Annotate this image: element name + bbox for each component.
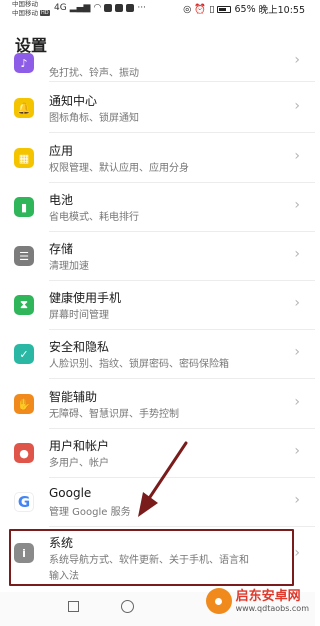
status-icons: 4G ▂▄▆ ◠ ··· <box>54 3 146 13</box>
settings-item-通知中心[interactable]: 🔔 通知中心图标角标、锁屏通知 › <box>0 84 315 133</box>
hourglass-icon: ⧗ <box>14 295 34 315</box>
settings-item-title: 用户和帐户 <box>49 439 110 453</box>
chevron-right-icon: › <box>294 246 300 262</box>
settings-item-智能辅助[interactable]: ✋ 智能辅助无障碍、智慧识屏、手势控制 › <box>0 380 315 429</box>
signal-icon: ▂▄▆ <box>69 3 91 13</box>
settings-item-title: 通知中心 <box>49 94 98 108</box>
settings-item-title: 智能辅助 <box>49 390 98 404</box>
watermark: 启东安卓网 www.qdtaobs.com <box>205 588 309 614</box>
settings-item-title: 健康使用手机 <box>49 291 122 305</box>
eye-comfort-icon: ◎ <box>183 3 192 15</box>
carrier-2-label: 中国移动 <box>12 8 38 17</box>
settings-item-存储[interactable]: ☰ 存储清理加速 › <box>0 232 315 281</box>
watermark-url: www.qdtaobs.com <box>235 603 309 613</box>
google-icon: G <box>14 492 34 512</box>
highlight-box <box>9 529 294 586</box>
chevron-right-icon: › <box>294 492 300 508</box>
chevron-right-icon: › <box>294 344 300 360</box>
row-divider <box>49 378 315 379</box>
chevron-right-icon: › <box>294 443 300 459</box>
shield-icon: ✓ <box>14 344 34 364</box>
battery-icon <box>217 5 232 13</box>
hd-badge: HD <box>40 9 50 16</box>
clock-time: 晚上10:55 <box>258 5 305 16</box>
watermark-name: 启东安卓网 <box>235 588 301 604</box>
battery-icon: ▮ <box>14 197 34 217</box>
more-notifications-icon: ··· <box>137 3 146 13</box>
settings-item-title: Google <box>49 486 92 500</box>
settings-item-title: 存储 <box>49 242 74 256</box>
settings-item-Google[interactable]: G Google 管理 Google 服务 › <box>0 478 315 527</box>
home-button[interactable] <box>121 600 134 613</box>
settings-item-subtitle: 管理 Google 服务 <box>49 507 131 518</box>
settings-item-健康使用手机[interactable]: ⧗ 健康使用手机 屏幕时间管理 › <box>0 281 315 330</box>
settings-item-subtitle: 无障碍、智慧识屏、手势控制 <box>49 409 179 420</box>
settings-item-title: 电池 <box>49 193 74 207</box>
settings-item-subtitle: 屏幕时间管理 <box>49 310 109 321</box>
app-notification-icon <box>104 4 113 12</box>
app-notification-icon <box>115 4 124 12</box>
settings-item-subtitle: 省电模式、耗电排行 <box>49 212 139 223</box>
chevron-right-icon: › <box>294 197 300 213</box>
settings-item-title: 安全和隐私 <box>49 340 110 354</box>
hand-icon: ✋ <box>14 394 34 414</box>
sound-icon: ♪ <box>14 53 34 73</box>
chevron-right-icon: › <box>294 394 300 410</box>
settings-item-subtitle: 权限管理、默认应用、应用分身 <box>49 163 189 174</box>
settings-item-用户和帐户[interactable]: ● 用户和帐户多用户、帐户 › <box>0 429 315 478</box>
row-divider <box>49 526 315 527</box>
apps-icon: ▦ <box>14 148 34 168</box>
user-icon: ● <box>14 443 34 463</box>
storage-icon: ☰ <box>14 246 34 266</box>
battery-percent: 65% <box>234 3 256 15</box>
network-type-label: 4G <box>54 3 67 13</box>
app-notification-icon <box>126 4 135 12</box>
settings-item-subtitle: 图标角标、锁屏通知 <box>49 113 139 124</box>
chevron-right-icon: › <box>294 52 300 68</box>
bell-icon: 🔔 <box>14 98 34 118</box>
chevron-right-icon: › <box>294 98 300 114</box>
wifi-icon: ◠ <box>93 3 102 13</box>
settings-item-sound[interactable]: ♪ 免打扰、铃声、振动 › <box>0 52 315 82</box>
chevron-right-icon: › <box>294 148 300 164</box>
settings-item-subtitle: 多用户、帐户 <box>49 458 109 469</box>
settings-item-安全和隐私[interactable]: ✓ 安全和隐私人脸识别、指纹、锁屏密码、密码保险箱 › <box>0 330 315 379</box>
row-divider <box>49 81 315 82</box>
alarm-icon: ⏰ <box>194 3 207 15</box>
settings-item-电池[interactable]: ▮ 电池省电模式、耗电排行 › <box>0 183 315 232</box>
settings-item-subtitle: 免打扰、铃声、振动 <box>49 68 139 79</box>
recents-button[interactable] <box>68 601 79 612</box>
settings-item-title: 应用 <box>49 144 74 158</box>
row-divider <box>49 132 315 133</box>
carrier-info: 中国移动 中国移动 HD <box>12 0 50 17</box>
settings-item-subtitle: 清理加速 <box>49 261 89 272</box>
watermark-logo-icon <box>205 588 232 614</box>
vibrate-icon: ▯ <box>209 3 215 15</box>
chevron-right-icon: › <box>294 295 300 311</box>
chevron-right-icon: › <box>294 545 300 561</box>
status-bar: 中国移动 中国移动 HD 4G ▂▄▆ ◠ ··· ◎ ⏰ ▯ 65% 晚上10… <box>0 0 315 20</box>
settings-item-subtitle: 人脸识别、指纹、锁屏密码、密码保险箱 <box>49 359 229 370</box>
carrier-1-label: 中国移动 <box>12 0 38 8</box>
settings-item-应用[interactable]: ▦ 应用权限管理、默认应用、应用分身 › <box>0 134 315 183</box>
